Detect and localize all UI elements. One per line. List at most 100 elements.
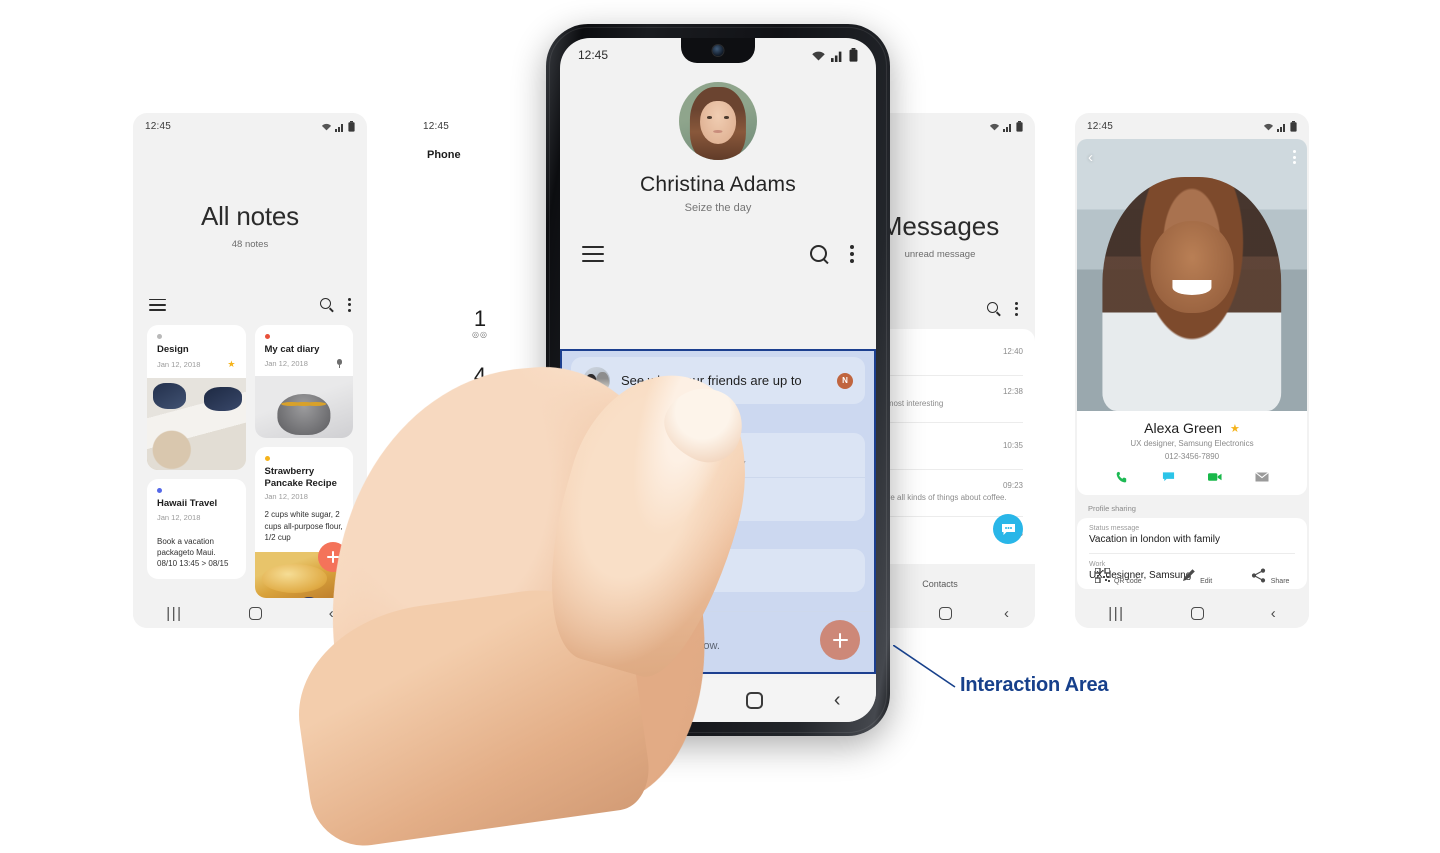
list-item[interactable]: Lindsey Smith: [571, 477, 865, 521]
wifi-icon: [321, 122, 332, 132]
list-item[interactable]: Design Jan 12, 2018 ★: [147, 324, 246, 470]
dial-key[interactable]: 4 GHI: [445, 365, 515, 397]
hamburger-icon[interactable]: [149, 298, 166, 312]
back-icon[interactable]: ‹: [834, 689, 841, 712]
home-icon[interactable]: [249, 606, 263, 620]
contact-summary-card: Alexa Green ★ UX designer, Samsung Elect…: [1077, 411, 1307, 495]
home-icon[interactable]: [746, 691, 764, 709]
interaction-area-label: Interaction Area: [960, 674, 1109, 696]
status-bar: 12:45: [133, 113, 367, 139]
timestamp: 09:23: [1002, 481, 1023, 491]
signal-icon: [335, 122, 345, 132]
contact-status: Vacation in london with family: [621, 458, 746, 469]
main-phone-device: 12:45 Christina Adams Seize the day See …: [546, 24, 890, 736]
section-title: Profile sharing: [1088, 504, 1136, 513]
status-time: 12:45: [145, 120, 172, 132]
dial-key[interactable]: 1 ◎◎: [445, 306, 515, 340]
lindsey-avatar: [583, 486, 610, 513]
list-item[interactable]: My cat diary Jan 12, 2018: [254, 324, 354, 438]
see-friends-row[interactable]: See what your friends are up to N: [571, 357, 865, 404]
search-icon[interactable]: [320, 298, 333, 311]
more-options-icon[interactable]: [1293, 150, 1296, 164]
note-header: Hawaii Travel Jan 12, 2018: [147, 479, 246, 530]
notes-toolbar: [133, 298, 367, 312]
contacts-list: See what your friends are up to N ★ Favo…: [562, 351, 874, 672]
qr-code-icon: [1093, 567, 1111, 584]
contact-name: Alexa Green: [1144, 420, 1222, 436]
signal-icon: [831, 49, 844, 62]
back-icon[interactable]: ‹: [329, 605, 334, 622]
note-color-dot: [264, 333, 270, 339]
favorites-label: Favorites: [600, 414, 645, 426]
more-options-icon[interactable]: [1015, 302, 1018, 316]
back-icon[interactable]: ‹: [1271, 605, 1276, 622]
tab-contacts[interactable]: Contacts: [922, 579, 958, 589]
edit-button[interactable]: Edit: [1181, 568, 1212, 588]
star-icon[interactable]: ★: [1230, 422, 1240, 435]
add-note-fab[interactable]: [318, 542, 348, 572]
battery-icon: [849, 48, 858, 62]
new-message-fab[interactable]: [993, 514, 1023, 544]
more-options-icon[interactable]: [348, 298, 351, 312]
status-icons: [1263, 120, 1297, 132]
home-icon[interactable]: [939, 606, 953, 620]
back-icon[interactable]: ‹: [1004, 605, 1009, 622]
list-item[interactable]: A: [571, 549, 865, 592]
qr-code-button[interactable]: QR code: [1093, 567, 1142, 588]
call-icon[interactable]: [1115, 470, 1130, 484]
home-icon[interactable]: [1191, 606, 1205, 620]
photo-smile: [1172, 280, 1212, 296]
page-title: All notes: [201, 201, 299, 231]
video-call-icon[interactable]: [1208, 470, 1223, 484]
note-meta: Jan 12, 2018 ★: [157, 359, 236, 370]
note-date: Jan 12, 2018: [264, 492, 308, 502]
note-header: Strawberry Pancake Recipe Jan 12, 2018: [255, 447, 354, 510]
recents-icon[interactable]: |||: [166, 605, 182, 622]
search-icon[interactable]: [987, 302, 1000, 315]
search-icon[interactable]: [810, 245, 828, 263]
dial-key[interactable]: 7 PQRS: [445, 422, 515, 454]
back-chevron-icon[interactable]: ‹: [1088, 149, 1093, 166]
avatar[interactable]: [679, 82, 757, 160]
annotation-leader-line: [893, 645, 956, 688]
my-profile-header: Christina Adams Seize the day: [560, 72, 876, 214]
notes-count: 48 notes: [231, 239, 269, 250]
add-contact-fab[interactable]: [820, 620, 860, 660]
voicemail-icon: ◎◎: [472, 330, 488, 339]
contact-role: UX designer, Samsung Electronics: [1130, 439, 1254, 448]
star-icon[interactable]: ★: [227, 359, 235, 370]
note-header: My cat diary Jan 12, 2018: [255, 325, 354, 376]
field-label: Status message: [1089, 525, 1140, 532]
recents-icon[interactable]: |||: [1108, 605, 1124, 622]
status-icons: [321, 120, 355, 132]
more-options-icon[interactable]: [850, 245, 854, 263]
front-camera-notch: [681, 38, 755, 63]
note-header: Design Jan 12, 2018 ★: [147, 325, 246, 378]
note-body: Book a vacation packageto Maui. 08/10 13…: [157, 536, 229, 569]
dial-digit: 1: [473, 306, 487, 331]
field-status-message[interactable]: Status message Vacation in london with f…: [1089, 518, 1295, 554]
hamburger-icon[interactable]: [582, 246, 604, 262]
battery-icon: [348, 120, 355, 132]
plus-icon: [327, 551, 339, 563]
wifi-icon: [811, 49, 826, 62]
photo-face: [1150, 220, 1234, 314]
dial-letters: PQRS: [469, 446, 491, 453]
list-item[interactable]: Alexa green Vacation in london with fami…: [571, 433, 865, 477]
notes-toolbar-right: [320, 298, 351, 312]
share-button[interactable]: Share: [1251, 568, 1289, 588]
note-title: Design: [157, 343, 189, 355]
list-item[interactable]: Strawberry Pancake Recipe Jan 12, 2018 2…: [254, 446, 354, 599]
notes-hero: All notes 48 notes: [133, 139, 367, 250]
email-icon[interactable]: [1254, 470, 1269, 484]
contact-avatar: [583, 557, 610, 584]
dial-letters: GHI: [473, 389, 487, 396]
message-icon[interactable]: [1161, 470, 1176, 484]
scene: 12:45 All notes 48 notes Design Jan 12, …: [0, 0, 1440, 853]
status-icons: [989, 120, 1023, 132]
status-time: 12:45: [1087, 120, 1114, 132]
contacts-toolbar-right: [810, 245, 854, 263]
list-item[interactable]: Hawaii Travel Jan 12, 2018 Book a vacati…: [147, 478, 246, 579]
design-photo: [147, 377, 246, 470]
action-label: Share: [1270, 578, 1290, 585]
